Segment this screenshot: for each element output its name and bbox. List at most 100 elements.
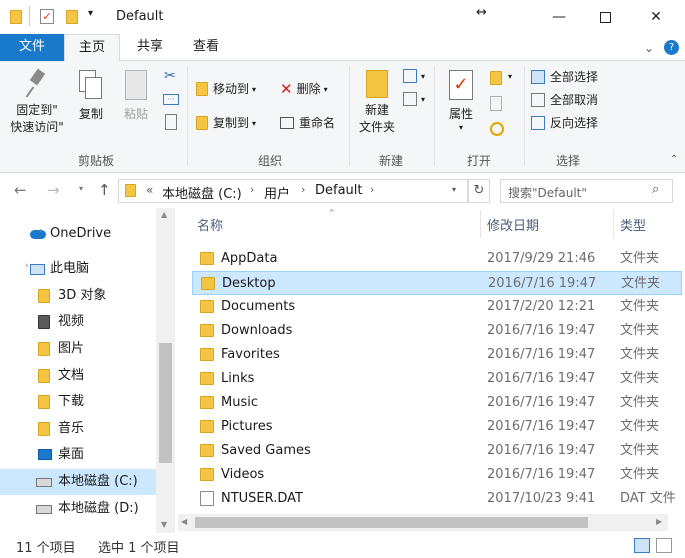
nav-item-desktop[interactable]: 桌面: [0, 442, 158, 468]
address-history-dropdown-icon[interactable]: ▾: [452, 185, 456, 194]
file-modified: 2016/7/16 19:47: [487, 323, 596, 338]
close-button[interactable]: ✕: [633, 0, 679, 34]
chevron-right-icon[interactable]: ›: [39, 226, 43, 236]
chevron-right-icon[interactable]: ›: [250, 183, 254, 196]
breadcrumb-users[interactable]: 用户: [264, 183, 290, 202]
refresh-button[interactable]: ↻: [468, 179, 490, 203]
rename-button[interactable]: 重命名: [280, 113, 335, 133]
properties-button[interactable]: ✓ 属性 ▾: [440, 70, 482, 132]
column-header-type[interactable]: 类型: [620, 215, 646, 234]
paste-shortcut-icon[interactable]: [165, 114, 177, 130]
tab-file[interactable]: 文件: [0, 34, 64, 61]
nav-item-this-pc[interactable]: 此电脑: [0, 256, 158, 282]
search-icon[interactable]: ⌕: [652, 182, 659, 197]
nav-item-3d-objects[interactable]: 3D 对象: [0, 283, 158, 309]
paste-label: 粘贴: [123, 107, 148, 121]
breadcrumb-drive-c[interactable]: 本地磁盘 (C:): [162, 183, 242, 202]
copy-button[interactable]: 复制: [72, 70, 110, 123]
table-row[interactable]: Links 2016/7/16 19:47 文件夹: [192, 367, 682, 391]
history-icon[interactable]: [490, 122, 504, 136]
nav-item-drive-c[interactable]: 本地磁盘 (C:): [0, 469, 158, 495]
paste-icon: [125, 70, 147, 100]
scrollbar-thumb[interactable]: [195, 517, 588, 528]
nav-item-documents[interactable]: 文档: [0, 363, 158, 389]
invert-selection-button[interactable]: 反向选择: [531, 114, 598, 132]
column-divider[interactable]: [480, 210, 481, 238]
select-none-button[interactable]: 全部取消: [531, 91, 598, 109]
table-row[interactable]: Favorites 2016/7/16 19:47 文件夹: [192, 343, 682, 367]
column-divider[interactable]: [613, 210, 614, 238]
breadcrumb-overflow[interactable]: «: [146, 183, 153, 197]
tab-home[interactable]: 主页: [64, 34, 120, 62]
chevron-down-icon[interactable]: ▾: [421, 95, 425, 104]
nav-item-downloads[interactable]: 下载: [0, 389, 158, 415]
horizontal-scrollbar[interactable]: ◀ ▶: [178, 514, 668, 531]
breadcrumb-default[interactable]: Default: [315, 183, 363, 198]
help-icon[interactable]: ?: [664, 40, 679, 55]
nav-item-label: 图片: [58, 341, 85, 356]
expand-ribbon-icon[interactable]: ⌄: [644, 41, 654, 55]
nav-scrollbar[interactable]: ▲ ▼: [156, 208, 175, 533]
scroll-left-icon[interactable]: ◀: [181, 517, 187, 526]
new-folder-quick-icon[interactable]: [66, 10, 78, 24]
folder-icon: [200, 396, 214, 409]
scroll-right-icon[interactable]: ▶: [656, 517, 662, 526]
tab-view[interactable]: 查看: [184, 34, 228, 61]
table-row[interactable]: NTUSER.DAT 2017/10/23 9:41 DAT 文件: [192, 487, 682, 511]
chevron-down-icon[interactable]: ▾: [421, 72, 425, 81]
chevron-right-icon[interactable]: ›: [25, 261, 29, 271]
details-view-icon[interactable]: [634, 538, 650, 553]
nav-item-drive-d[interactable]: 本地磁盘 (D:): [0, 496, 158, 522]
table-row[interactable]: Pictures 2016/7/16 19:47 文件夹: [192, 415, 682, 439]
customize-quick-access-icon[interactable]: ▾: [88, 8, 93, 19]
nav-item-onedrive[interactable]: OneDrive: [0, 221, 158, 247]
address-bar[interactable]: « 本地磁盘 (C:) › 用户 › Default › ▾: [118, 179, 468, 203]
select-all-button[interactable]: 全部选择: [531, 68, 598, 86]
table-row[interactable]: Music 2016/7/16 19:47 文件夹: [192, 391, 682, 415]
sort-ascending-icon: ⌃: [328, 209, 336, 219]
delete-button[interactable]: ✕ 删除 ▾: [280, 79, 328, 99]
nav-item-music[interactable]: 音乐: [0, 416, 158, 442]
table-row[interactable]: Desktop 2016/7/16 19:47 文件夹: [192, 271, 682, 295]
easy-access-icon[interactable]: [403, 92, 417, 106]
column-header-modified[interactable]: 修改日期: [487, 215, 539, 234]
table-row[interactable]: Videos 2016/7/16 19:47 文件夹: [192, 463, 682, 487]
nav-item-pictures[interactable]: 图片: [0, 336, 158, 362]
large-icons-view-icon[interactable]: [656, 538, 672, 553]
maximize-button[interactable]: [582, 0, 628, 34]
cut-icon[interactable]: ✂: [164, 68, 176, 84]
up-arrow-icon[interactable]: ↑: [98, 181, 111, 199]
chevron-right-icon[interactable]: ›: [301, 183, 305, 196]
copy-to-button[interactable]: 复制到 ▾: [196, 113, 256, 133]
back-arrow-icon[interactable]: ←: [14, 181, 27, 199]
table-row[interactable]: Documents 2017/2/20 12:21 文件夹: [192, 295, 682, 319]
paste-button[interactable]: 粘贴: [116, 70, 156, 123]
recent-locations-icon[interactable]: ▾: [79, 184, 83, 193]
copy-path-icon[interactable]: ⋯: [163, 94, 179, 105]
edit-icon[interactable]: [490, 96, 502, 111]
table-row[interactable]: Downloads 2016/7/16 19:47 文件夹: [192, 319, 682, 343]
scroll-up-icon[interactable]: ▲: [161, 210, 167, 219]
move-to-button[interactable]: 移动到 ▾: [196, 79, 256, 99]
nav-item-videos[interactable]: 视频: [0, 309, 158, 335]
selected-count: 选中 1 个项目: [98, 541, 180, 556]
forward-arrow-icon[interactable]: →: [47, 181, 60, 199]
3d-objects-icon: [38, 289, 50, 303]
tab-share[interactable]: 共享: [128, 34, 172, 61]
chevron-down-icon[interactable]: ▾: [508, 72, 512, 81]
navigation-pane: OneDrive 此电脑 3D 对象 视频 图片 文档 下载 音乐 桌面 本地磁…: [0, 208, 175, 533]
scroll-down-icon[interactable]: ▼: [161, 520, 167, 529]
collapse-ribbon-icon[interactable]: ⌃: [670, 154, 678, 165]
minimize-button[interactable]: —: [536, 0, 582, 34]
open-icon[interactable]: [490, 71, 502, 85]
column-header-name[interactable]: 名称: [197, 215, 223, 234]
new-folder-button[interactable]: 新建 文件夹: [352, 70, 402, 136]
properties-check-icon[interactable]: ✓: [40, 9, 54, 24]
table-row[interactable]: Saved Games 2016/7/16 19:47 文件夹: [192, 439, 682, 463]
pin-quick-access-button[interactable]: 固定到" 快速访问": [6, 68, 68, 136]
new-item-icon[interactable]: [403, 69, 417, 83]
scrollbar-thumb[interactable]: [159, 343, 172, 463]
search-input[interactable]: 搜索"Default" ⌕: [500, 179, 673, 203]
table-row[interactable]: AppData 2017/9/29 21:46 文件夹: [192, 247, 682, 271]
chevron-right-icon[interactable]: ›: [370, 183, 374, 196]
